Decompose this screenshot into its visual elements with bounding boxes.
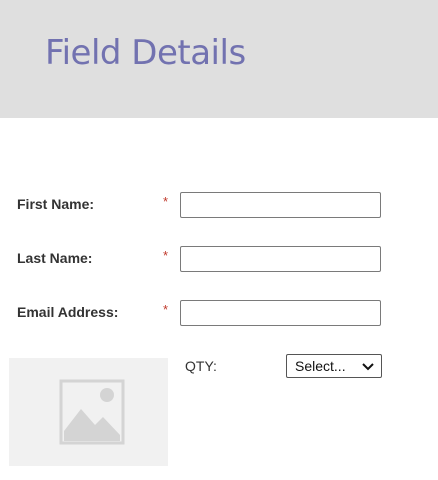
first-name-label: First Name: [17, 196, 95, 212]
last-name-input[interactable] [180, 246, 381, 272]
image-placeholder-icon [59, 379, 125, 445]
last-name-label: Last Name: [17, 250, 93, 266]
required-asterisk: * [163, 302, 169, 317]
required-asterisk: * [163, 248, 169, 263]
last-name-row: Last Name: * [0, 246, 438, 272]
email-address-label: Email Address: [17, 304, 119, 320]
qty-label: QTY: [185, 358, 217, 374]
qty-select-value: Select... [295, 358, 346, 374]
page-header: Field Details [0, 0, 438, 118]
required-asterisk: * [163, 194, 169, 209]
product-image-placeholder [9, 358, 168, 466]
email-address-input[interactable] [180, 300, 381, 326]
chevron-down-icon [362, 363, 374, 371]
first-name-input[interactable] [180, 192, 381, 218]
email-address-row: Email Address: * [0, 300, 438, 326]
page-title: Field Details [45, 33, 246, 73]
first-name-row: First Name: * [0, 192, 438, 218]
qty-select[interactable]: Select... [286, 354, 382, 378]
